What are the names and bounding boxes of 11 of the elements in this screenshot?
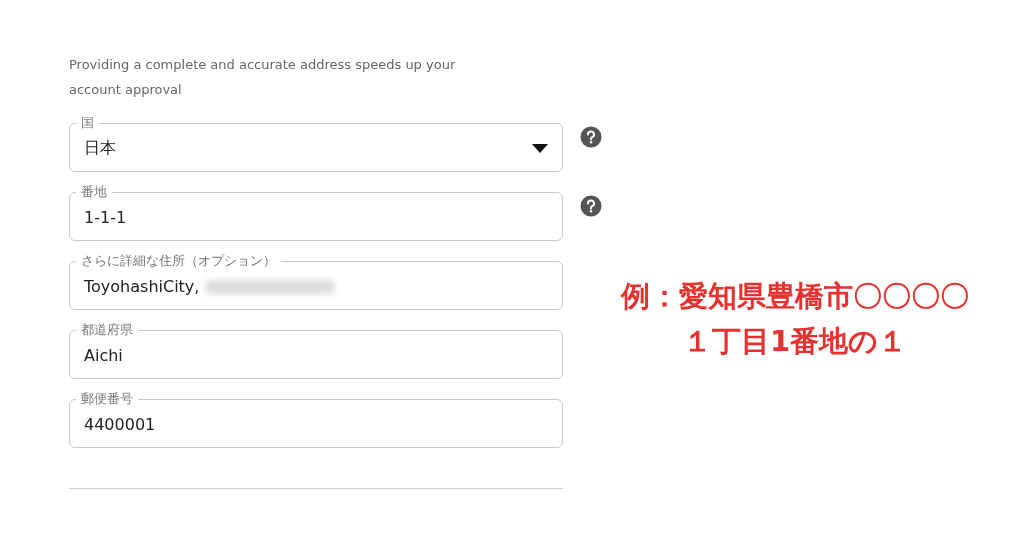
annotation-text: 例：愛知県豊橋市〇〇〇〇 bbox=[619, 278, 970, 315]
country-select[interactable]: 国 日本 bbox=[69, 114, 563, 172]
input-field[interactable]: 郵便番号 4400001 bbox=[69, 390, 563, 448]
help-icon[interactable] bbox=[580, 195, 602, 217]
help-icon[interactable] bbox=[580, 126, 602, 148]
input-field[interactable]: さらに詳細な住所（オプション） ToyohashiCity, bbox=[69, 252, 563, 310]
caret-icon bbox=[532, 144, 548, 153]
input-field[interactable]: 番地 1-1-1 bbox=[69, 183, 563, 241]
input-field[interactable]: 都道府県 Aichi bbox=[69, 321, 563, 379]
annotation-text: １丁目1番地の１ bbox=[681, 323, 909, 360]
intro-text: Providing a complete and accurate address speeds up your account approval bbox=[69, 56, 457, 99]
